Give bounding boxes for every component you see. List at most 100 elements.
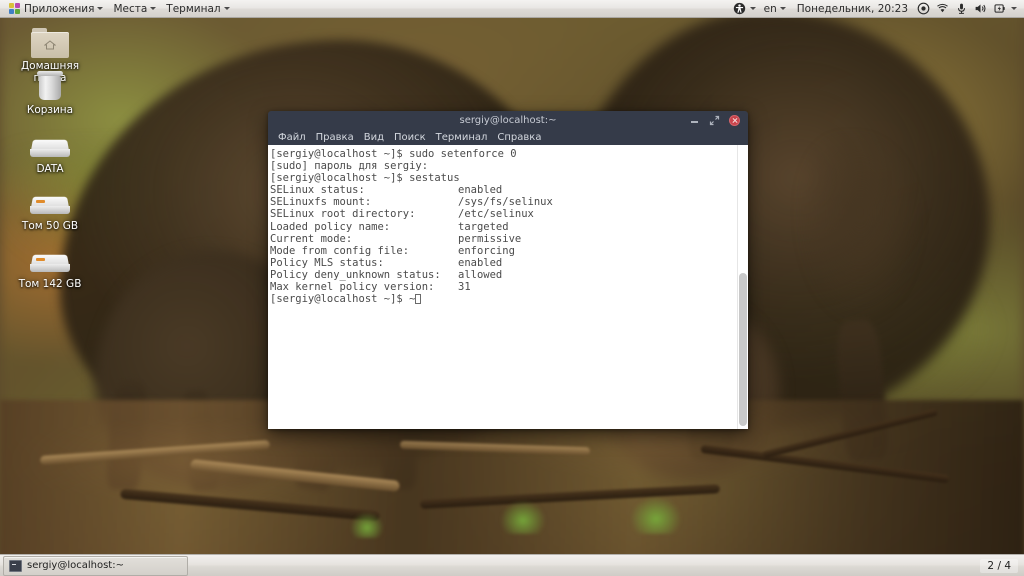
drive-icon [30,135,70,161]
terminal-line-value: /sys/fs/selinux [458,196,553,209]
terminal-title: sergiy@localhost:~ [459,115,557,126]
terminal-line-value: targeted [458,220,509,233]
network-indicator[interactable] [933,0,952,17]
terminal-line: [sergiy@localhost ~]$ sudo setenforce 0 [270,148,737,160]
wallpaper-sprout [350,512,384,538]
drive-icon [30,192,70,218]
desktop-icon-label: Том 142 GB [18,278,82,290]
accessibility-icon [733,2,745,15]
battery-indicator[interactable] [990,0,1020,17]
terminal-line-value: allowed [458,268,503,281]
terminal-icon [9,559,22,572]
terminal-line: Policy MLS status: enabled [270,257,737,269]
chevron-down-icon [779,7,786,10]
home-glyph [44,40,56,50]
desktop-icon-trash[interactable]: Корзина [4,70,96,116]
terminal-line-key: Current mode: [270,232,353,245]
taskbar-window-button-terminal[interactable]: sergiy@localhost:~ [3,555,188,576]
terminal-line: Mode from config file: enforcing [270,245,737,257]
top-panel-left: Приложения Места Терминал [0,0,235,17]
terminal-line-key: Loaded policy name: [270,220,391,233]
volume-indicator[interactable] [971,0,990,17]
places-menu[interactable]: Места [108,0,161,17]
microphone-indicator[interactable] [952,0,971,17]
scrollbar-thumb[interactable] [739,273,747,426]
trash-icon [36,70,64,102]
chevron-down-icon [1011,7,1017,10]
terminal-line-value: 31 [458,281,471,294]
terminal-line: Current mode: permissive [270,233,737,245]
desktop-icon-label: Корзина [26,104,74,116]
accessibility-menu[interactable] [730,0,759,17]
network-wifi-icon [937,3,948,13]
terminal-line-value: enforcing [458,244,515,257]
terminal-menu-bar: Файл Правка Вид Поиск Терминал Справка [268,130,748,145]
terminal-menu-label: Терминал [166,2,221,15]
terminal-scrollbar[interactable] [737,145,748,429]
terminal-line: [sudo] пароль для sergiy: [270,160,737,172]
drive-icon [30,250,70,276]
terminal-line: SELinuxfs mount: /sys/fs/selinux [270,196,737,208]
applications-menu[interactable]: Приложения [4,0,108,17]
chevron-down-icon [150,7,157,10]
top-panel: Приложения Места Терминал en Понедельник… [0,0,1024,18]
close-icon[interactable] [729,115,740,126]
menu-item-terminal[interactable]: Терминал [431,130,493,145]
maximize-icon[interactable] [709,115,720,126]
menu-item-search[interactable]: Поиск [389,130,431,145]
location-icon [917,2,930,15]
applications-menu-label: Приложения [24,2,95,15]
terminal-line: SELinux root directory: /etc/selinux [270,208,737,220]
volume-icon [975,4,986,13]
chevron-down-icon [223,7,230,10]
menu-item-edit[interactable]: Правка [311,130,359,145]
desktop-icon-label: DATA [36,163,64,175]
terminal-line-key: SELinux status: [270,184,365,197]
wallpaper-sprout [630,496,682,534]
terminal-line: Max kernel policy version: 31 [270,281,737,293]
terminal-line-value: enabled [458,184,503,197]
wallpaper-sprout [500,500,546,534]
keyboard-layout-label: en [763,2,777,15]
taskbar-window-label: sergiy@localhost:~ [27,560,124,571]
terminal-line-value: permissive [458,232,522,245]
desktop-icon-label: Том 50 GB [21,220,79,232]
terminal-line: [sergiy@localhost ~]$ sestatus [270,172,737,184]
window-controls [689,115,748,126]
terminal-line-key: SELinuxfs mount: [270,196,372,209]
taskbar: sergiy@localhost:~ 2 / 4 [0,554,1024,576]
terminal-output[interactable]: [sergiy@localhost ~]$ sudo setenforce 0[… [268,145,737,429]
terminal-line: [sergiy@localhost ~]$ ~ [270,293,737,305]
location-indicator[interactable] [914,0,933,17]
keyboard-layout-menu[interactable]: en [759,0,791,17]
menu-item-view[interactable]: Вид [359,130,389,145]
terminal-line-key: Policy MLS status: [270,256,384,269]
terminal-body[interactable]: [sergiy@localhost ~]$ sudo setenforce 0[… [268,145,748,429]
clock-label: Понедельник, 20:23 [796,2,908,15]
minimize-icon[interactable] [689,115,700,126]
microphone-icon [957,3,966,14]
terminal-title-bar[interactable]: sergiy@localhost:~ [268,111,748,130]
terminal-text-line: [sergiy@localhost ~]$ ~ [270,293,416,306]
terminal-line-key: Policy deny_unknown status: [270,268,441,281]
desktop-icon-volume-50gb[interactable]: Том 50 GB [4,192,96,232]
terminal-menu[interactable]: Терминал [161,0,234,17]
terminal-window[interactable]: sergiy@localhost:~ Файл Правка Вид Поиск… [268,111,748,429]
desktop-icon-volume-142gb[interactable]: Том 142 GB [4,250,96,290]
folder-home-icon [31,28,69,58]
places-menu-label: Места [113,2,148,15]
terminal-line-key: Mode from config file: [270,244,410,257]
terminal-line-value: /etc/selinux [458,208,534,221]
desktop-screen: Приложения Места Терминал en Понедельник… [0,0,1024,576]
clock[interactable]: Понедельник, 20:23 [791,0,914,17]
menu-item-file[interactable]: Файл [273,130,311,145]
terminal-line: SELinux status: enabled [270,184,737,196]
workspace-indicator[interactable]: 2 / 4 [980,558,1018,573]
battery-icon [994,4,1005,13]
terminal-line-value: enabled [458,256,503,269]
fedora-pinwheel-icon [9,2,21,15]
chevron-down-icon [749,7,756,10]
menu-item-help[interactable]: Справка [492,130,546,145]
desktop-icon-data-volume[interactable]: DATA [4,135,96,175]
terminal-text-line: [sudo] пароль для sergiy: [270,160,429,173]
